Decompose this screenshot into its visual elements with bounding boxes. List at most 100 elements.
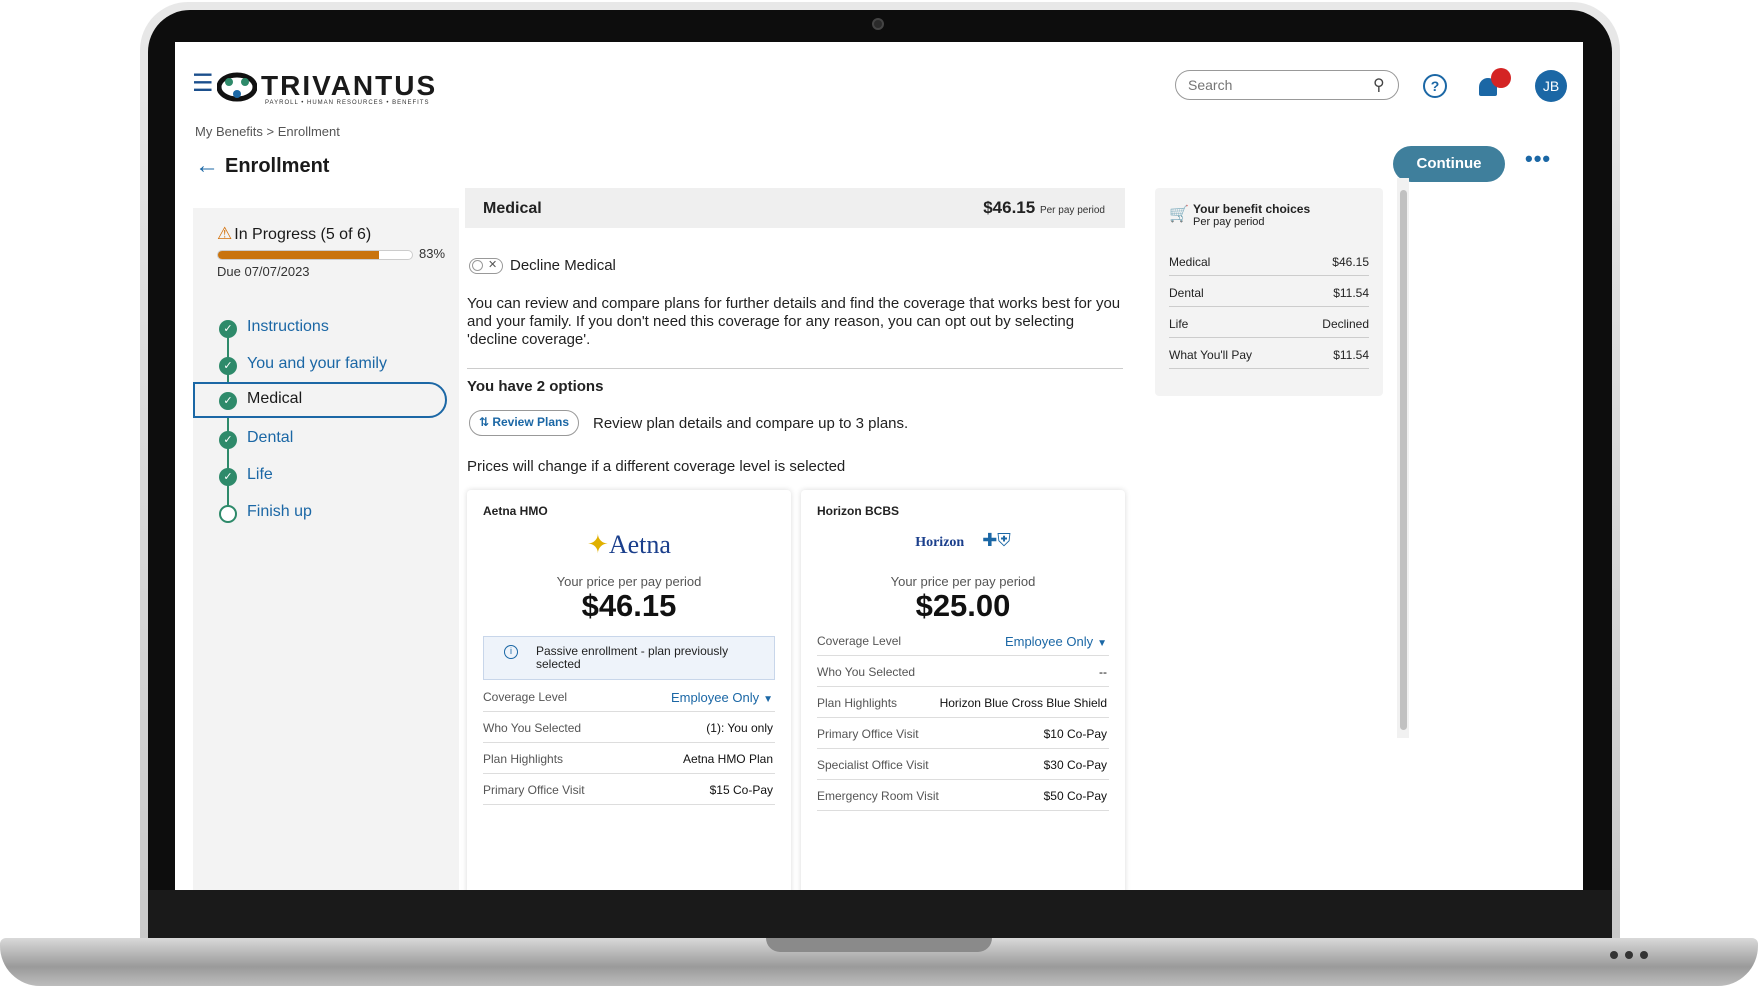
step-item[interactable]: ✓ Life bbox=[193, 458, 459, 494]
decline-medical-toggle[interactable]: ✕ bbox=[469, 258, 503, 274]
summary-row: What You'll Pay $11.54 bbox=[1169, 339, 1369, 369]
camera-icon bbox=[872, 18, 884, 30]
breadcrumb[interactable]: My Benefits > Enrollment bbox=[195, 124, 340, 139]
horizon-logo: Horizon ✚⛨ bbox=[915, 530, 1011, 550]
step-item[interactable]: ✓ Instructions bbox=[193, 310, 459, 346]
coverage-level-dropdown[interactable]: Employee Only ▼ bbox=[671, 690, 773, 705]
summary-value: $11.54 bbox=[1333, 286, 1369, 300]
due-date: Due 07/07/2023 bbox=[217, 264, 310, 279]
search-input[interactable] bbox=[1175, 70, 1399, 100]
section-price: $46.15 Per pay period bbox=[983, 198, 1105, 217]
price-label: Your price per pay period bbox=[890, 574, 1036, 589]
back-arrow-icon[interactable]: ← bbox=[195, 152, 219, 180]
empty-circle-icon bbox=[219, 505, 237, 523]
brand-name: TRIVANTUS bbox=[261, 70, 438, 101]
chevron-down-icon: ▼ bbox=[763, 694, 773, 705]
scrollbar-thumb[interactable] bbox=[1400, 190, 1407, 730]
row-label: Who You Selected bbox=[483, 721, 582, 735]
price-label: Your price per pay period bbox=[556, 574, 702, 589]
step-label: Instructions bbox=[247, 318, 329, 335]
plan-detail-row: Primary Office Visit $10 Co-Pay bbox=[817, 719, 1109, 749]
avatar[interactable]: JB bbox=[1535, 70, 1567, 102]
row-value: -- bbox=[1099, 665, 1107, 679]
summary-value: $11.54 bbox=[1333, 348, 1369, 362]
row-label: Primary Office Visit bbox=[483, 783, 585, 797]
check-circle-icon: ✓ bbox=[219, 392, 237, 410]
plan-detail-row: Plan Highlights Horizon Blue Cross Blue S… bbox=[817, 688, 1109, 718]
coverage-level-dropdown[interactable]: Employee Only ▼ bbox=[1005, 634, 1107, 649]
summary-label: Life bbox=[1169, 317, 1189, 331]
row-label: Coverage Level bbox=[817, 634, 902, 648]
row-value: Horizon Blue Cross Blue Shield bbox=[939, 696, 1107, 710]
row-label: Plan Highlights bbox=[483, 752, 564, 766]
step-label: Dental bbox=[247, 429, 294, 446]
top-bar: ☰ TRIVANTUS PAYROLL • HUMAN RESOURCES • … bbox=[175, 42, 1583, 112]
plan-name: Aetna HMO bbox=[483, 504, 548, 518]
notification-badge bbox=[1491, 68, 1511, 88]
progress-status: ⚠ In Progress (5 of 6) bbox=[217, 224, 372, 243]
close-icon: ✕ bbox=[488, 259, 498, 271]
summary-label: Medical bbox=[1169, 255, 1211, 269]
page-title: Enrollment bbox=[225, 155, 330, 177]
row-value: Aetna HMO Plan bbox=[682, 752, 773, 766]
summary-row: Dental $11.54 bbox=[1169, 277, 1369, 307]
help-icon[interactable]: ? bbox=[1423, 74, 1447, 98]
more-options-icon[interactable]: ••• bbox=[1525, 146, 1551, 172]
step-label: Life bbox=[247, 466, 273, 483]
row-label: Plan Highlights bbox=[817, 696, 898, 710]
warning-icon: ⚠ bbox=[217, 224, 233, 243]
plan-detail-row: Who You Selected -- bbox=[817, 657, 1109, 687]
search-icon[interactable]: ⚲ bbox=[1373, 75, 1385, 95]
plan-card-horizon[interactable]: Horizon BCBS Horizon ✚⛨ Your price per pa… bbox=[801, 490, 1125, 890]
plan-name: Horizon BCBS bbox=[817, 504, 899, 518]
plan-detail-row: Coverage Level Employee Only ▼ bbox=[483, 682, 775, 712]
step-item[interactable]: ✓ You and your family bbox=[193, 347, 459, 383]
row-label: Coverage Level bbox=[483, 690, 568, 704]
passive-enrollment-notice: i Passive enrollment - plan previously s… bbox=[483, 636, 775, 680]
scrollbar[interactable] bbox=[1397, 178, 1409, 738]
check-circle-icon: ✓ bbox=[219, 320, 237, 338]
brand-logo[interactable]: TRIVANTUS PAYROLL • HUMAN RESOURCES • BE… bbox=[217, 68, 467, 108]
plan-card-aetna[interactable]: Aetna HMO ✦Aetna Your price per pay peri… bbox=[467, 490, 791, 890]
benefit-summary: 🛒 Your benefit choices Per pay period Me… bbox=[1155, 188, 1383, 396]
progress-percent: 83% bbox=[419, 246, 446, 261]
progress-bar-fill bbox=[218, 251, 380, 259]
step-item[interactable]: Finish up bbox=[193, 495, 459, 531]
options-title: You have 2 options bbox=[467, 378, 604, 395]
summary-subtitle: Per pay period bbox=[1193, 216, 1265, 228]
row-label: Primary Office Visit bbox=[817, 727, 919, 741]
hamburger-menu-icon[interactable]: ☰ bbox=[192, 72, 214, 96]
aetna-logo: ✦Aetna bbox=[587, 530, 671, 559]
summary-label: Dental bbox=[1169, 286, 1204, 300]
check-circle-icon: ✓ bbox=[219, 357, 237, 375]
chevron-down-icon: ▼ bbox=[1097, 638, 1107, 649]
step-label: Finish up bbox=[247, 503, 312, 520]
row-value: $15 Co-Pay bbox=[709, 783, 773, 797]
check-circle-icon: ✓ bbox=[219, 431, 237, 449]
step-label: You and your family bbox=[247, 355, 387, 372]
summary-value: $46.15 bbox=[1332, 255, 1369, 269]
compare-icon: ⇅ bbox=[478, 415, 493, 429]
section-title: Medical bbox=[483, 200, 542, 217]
summary-value: Declined bbox=[1322, 317, 1369, 331]
plan-price: $25.00 bbox=[915, 588, 1011, 623]
notification-bell-icon[interactable] bbox=[1477, 68, 1511, 98]
divider bbox=[467, 368, 1123, 369]
plan-detail-row: Coverage Level Employee Only ▼ bbox=[817, 626, 1109, 656]
laptop-indicator-dots bbox=[1610, 946, 1655, 964]
progress-panel: ⚠ In Progress (5 of 6) 83% Due 07/07/2023… bbox=[193, 208, 459, 890]
progress-bar bbox=[217, 250, 413, 260]
cart-icon: 🛒 bbox=[1169, 206, 1189, 223]
continue-button[interactable]: Continue bbox=[1393, 146, 1505, 182]
summary-label: What You'll Pay bbox=[1169, 348, 1253, 362]
step-item[interactable]: ✓ Medical bbox=[193, 382, 447, 418]
summary-row: Medical $46.15 bbox=[1169, 246, 1369, 276]
app-screen: ☰ TRIVANTUS PAYROLL • HUMAN RESOURCES • … bbox=[175, 42, 1583, 890]
plan-detail-row: Specialist Office Visit $30 Co-Pay bbox=[817, 750, 1109, 780]
summary-row: Life Declined bbox=[1169, 308, 1369, 338]
review-plans-button[interactable]: ⇅ Review Plans bbox=[469, 410, 579, 436]
row-value: $50 Co-Pay bbox=[1043, 789, 1107, 803]
row-label: Specialist Office Visit bbox=[817, 758, 929, 772]
intro-text: You can review and compare plans for fur… bbox=[467, 295, 1121, 348]
step-item[interactable]: ✓ Dental bbox=[193, 421, 459, 457]
